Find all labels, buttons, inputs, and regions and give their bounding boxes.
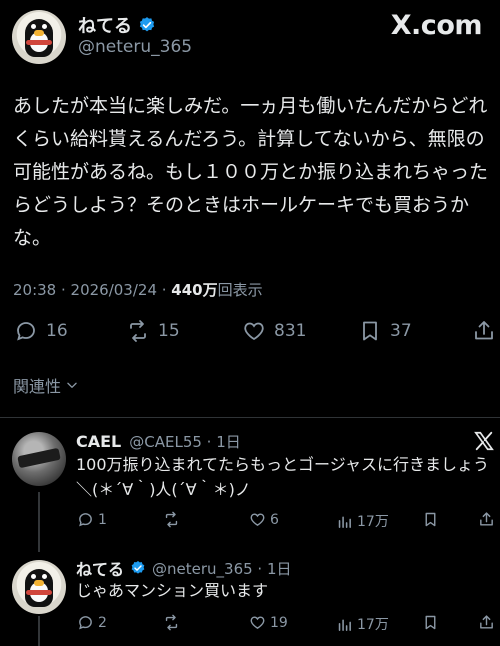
sort-label: 関連性 xyxy=(13,377,62,396)
reply-author-handle[interactable]: @neteru_365 · 1日 xyxy=(152,558,292,579)
penguin-scarf xyxy=(26,590,52,595)
reply-reply-button[interactable]: 2 xyxy=(77,614,107,631)
reply-repost-button[interactable] xyxy=(163,614,180,631)
reply-share-button[interactable] xyxy=(478,511,495,528)
chevron-down-icon xyxy=(67,382,77,388)
heart-icon xyxy=(250,513,265,526)
repost-count: 15 xyxy=(158,321,180,341)
heart-icon xyxy=(250,616,265,629)
post-text: あしたが本当に楽しみだ。一ヵ月も働いたんだからどれくらい給料貰えるんだろう。計算… xyxy=(13,95,489,249)
bookmark-button[interactable]: 37 xyxy=(358,319,412,343)
reply-avatar[interactable] xyxy=(12,560,66,614)
share-icon xyxy=(480,615,493,629)
verified-badge-icon xyxy=(139,17,155,32)
reply-icon xyxy=(79,616,92,630)
bookmark-count: 37 xyxy=(390,321,412,341)
repost-icon xyxy=(165,614,178,631)
views-chart-icon xyxy=(338,618,351,631)
bookmark-icon xyxy=(363,321,377,341)
share-button[interactable] xyxy=(472,319,496,343)
views-count: 440 xyxy=(171,281,203,299)
reply-share-button[interactable] xyxy=(478,614,495,631)
reply-author-handle[interactable]: @CAEL55 · 1日 xyxy=(129,431,241,452)
heart-icon xyxy=(244,322,264,341)
reply-bookmark-button[interactable] xyxy=(422,614,439,631)
reply-avatar[interactable] xyxy=(12,432,66,486)
post-meta: 20:38 · 2026/03/24 · 440万回表示 xyxy=(13,279,263,300)
like-button[interactable]: 831 xyxy=(242,319,306,343)
reply-views-button[interactable]: 17万 xyxy=(336,511,389,531)
reply-author-name[interactable]: ねてる xyxy=(76,556,124,580)
verified-badge-icon xyxy=(131,561,145,574)
author-avatar[interactable] xyxy=(12,10,66,64)
penguin-eye xyxy=(31,24,36,29)
avatar-image xyxy=(17,447,61,469)
repost-button[interactable]: 15 xyxy=(126,319,180,343)
reply-icon xyxy=(17,322,35,341)
reply-like-count: 19 xyxy=(270,614,288,631)
repost-icon xyxy=(165,511,178,528)
share-icon xyxy=(475,321,493,340)
reply-text: じゃあマンション買います xyxy=(76,581,269,600)
penguin-scarf xyxy=(26,40,52,45)
author-name-row[interactable]: ねてる xyxy=(78,12,156,38)
reply-like-count: 6 xyxy=(270,511,279,528)
penguin-beak xyxy=(34,30,44,36)
reply-views-count: 17万 xyxy=(357,514,389,530)
reply-bookmark-button[interactable] xyxy=(422,511,439,528)
reply-author-name[interactable]: CAEL xyxy=(76,432,121,451)
penguin-beak xyxy=(34,580,44,586)
reply-count: 16 xyxy=(46,321,68,341)
reply-views-button[interactable]: 17万 xyxy=(336,614,389,634)
post-timestamp[interactable]: 20:38 · 2026/03/24 · xyxy=(13,281,171,299)
reply-like-button[interactable]: 6 xyxy=(249,511,279,528)
reply-header: CAEL @CAEL55 · 1日 xyxy=(76,431,241,452)
reply-repost-button[interactable] xyxy=(163,511,180,528)
reply-reply-button[interactable]: 1 xyxy=(77,511,107,528)
reply-text: 100万振り込まれてたらもっとゴージャスに行きましょう＼(＊´∀｀)人(´∀｀＊… xyxy=(76,455,489,499)
like-count: 831 xyxy=(274,321,307,341)
reply-button[interactable]: 16 xyxy=(14,319,68,343)
thread-line xyxy=(38,492,40,552)
site-logo: X.com xyxy=(390,10,483,41)
penguin-eye xyxy=(31,574,36,579)
reply-like-button[interactable]: 19 xyxy=(249,614,288,631)
reply-header: ねてる @neteru_365 · 1日 xyxy=(76,556,292,580)
reply-reply-count: 1 xyxy=(98,511,107,528)
penguin-eye xyxy=(42,24,47,29)
reply-icon xyxy=(79,513,92,527)
penguin-eye xyxy=(42,574,47,579)
sort-relevance-dropdown[interactable]: 関連性 xyxy=(13,373,79,397)
author-name[interactable]: ねてる xyxy=(78,12,132,38)
views-unit: 万 xyxy=(202,281,218,299)
divider xyxy=(0,417,500,418)
repost-icon xyxy=(130,320,146,342)
views-label: 回表示 xyxy=(217,281,263,299)
x-logo-icon xyxy=(474,431,494,451)
bookmark-icon xyxy=(425,512,436,527)
thread-line xyxy=(38,616,40,646)
views-chart-icon xyxy=(338,515,351,528)
share-icon xyxy=(480,512,493,526)
author-handle[interactable]: @neteru_365 xyxy=(78,37,192,57)
reply-views-count: 17万 xyxy=(357,617,389,633)
reply-reply-count: 2 xyxy=(98,614,107,631)
bookmark-icon xyxy=(425,615,436,630)
